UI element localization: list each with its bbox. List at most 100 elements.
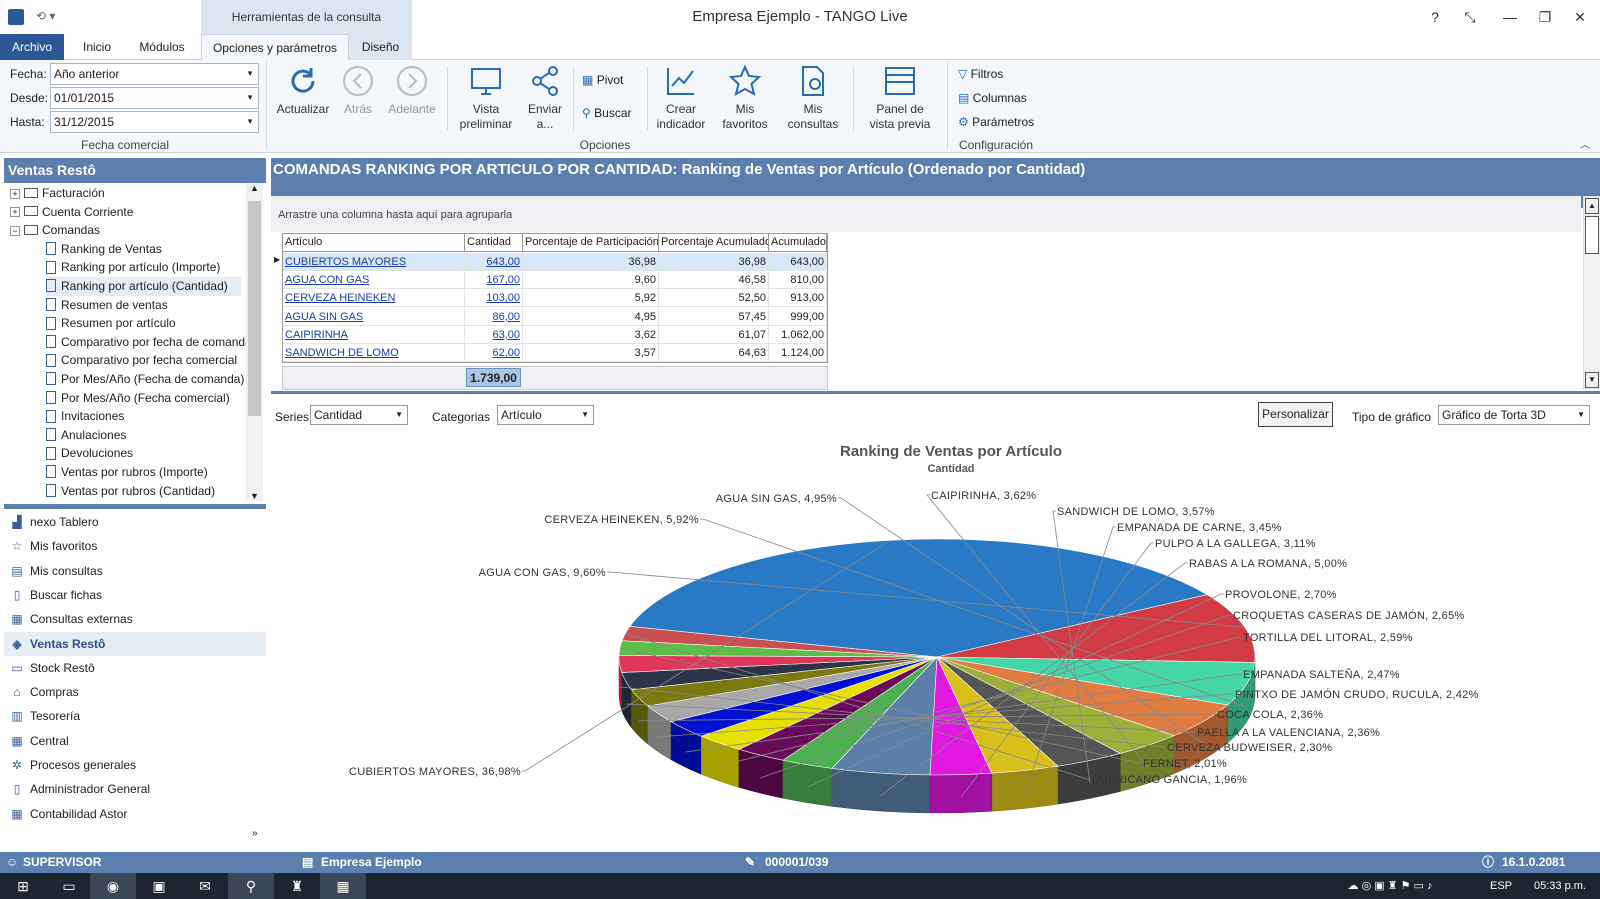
file-explorer-icon[interactable]: ▭ [46,873,92,899]
nav-item[interactable]: ▥ Tesorería [4,704,266,728]
scroll-up-icon[interactable]: ▲ [1585,198,1599,214]
value-cell[interactable]: 643,00 [465,253,523,271]
nav-item[interactable]: ▦ Contabilidad Astor [4,802,266,826]
tree-item[interactable]: Por Mes/Año (Fecha de comanda) [46,370,244,389]
outlook-icon[interactable]: ✉ [182,873,228,899]
nav-item[interactable]: ✲ Procesos generales [4,753,266,777]
tab-inicio[interactable]: Inicio [72,34,122,60]
grid-chart-divider[interactable] [271,391,1600,394]
tree-item[interactable]: Comparativo por fecha comercial [46,351,241,370]
tab-modulos[interactable]: Módulos [130,34,194,60]
nav-item[interactable]: ▯ Administrador General [4,777,266,801]
nav-item[interactable]: ▭ Stock Restô [4,656,266,680]
articulo-cell[interactable]: SANDWICH DE LOMO [283,344,465,362]
scroll-down-icon[interactable]: ▼ [246,491,263,501]
nav-item[interactable]: ▦ Consultas externas [4,607,266,631]
columnas-button[interactable]: ▤ Columnas [958,91,1027,105]
tree-folder[interactable]: + Cuenta Corriente [10,203,133,222]
nav-item[interactable]: ▤ Mis consultas [4,559,266,583]
collapse-icon[interactable]: − [10,226,20,237]
actualizar-button[interactable]: Actualizar [274,64,332,117]
tree-item[interactable]: Ranking por artículo (Importe) [46,258,241,277]
tab-diseno[interactable]: Diseño [349,34,412,60]
articulo-cell[interactable]: CERVEZA HEINEKEN [283,289,465,308]
value-cell[interactable]: 86,00 [465,307,523,326]
value-cell[interactable]: 62,00 [465,344,523,362]
tree-item[interactable]: Ranking de Ventas [46,240,241,259]
expand-icon[interactable]: + [10,188,20,199]
app2-icon[interactable]: ♜ [274,873,320,899]
scroll-up-icon[interactable]: ▲ [246,183,263,193]
nav-overflow-icon[interactable]: » [252,828,258,839]
tree-item[interactable]: Resumen por artículo [46,314,241,333]
chrome-icon[interactable]: ◉ [90,873,136,899]
filtros-button[interactable]: ▽ Filtros [958,67,1003,81]
adelante-button[interactable]: Adelante [384,64,440,117]
column-header[interactable]: Acumulado [769,234,827,252]
nav-item[interactable]: ▟ nexo Tablero [4,510,266,534]
value-cell[interactable]: 63,00 [465,325,523,344]
series-select[interactable]: Cantidad ▼ [310,405,408,425]
enviar-button[interactable]: Enviar a... [522,64,568,132]
scroll-thumb[interactable] [1585,216,1599,254]
nav-item[interactable]: ☆ Mis favoritos [4,534,266,558]
mis-favoritos-button[interactable]: Mis favoritos [715,64,775,132]
column-header[interactable]: Artículo [283,234,465,252]
tab-opciones-parametros[interactable]: Opciones y parámetros [201,34,349,61]
windows-start-icon[interactable]: ⊞ [0,873,46,899]
search-app-icon[interactable]: ⚲ [228,873,274,899]
scroll-down-icon[interactable]: ▼ [1585,372,1599,388]
tray-icons[interactable]: ☁ ◎ ▣ ♜ ⚑ ▭ ♪ [1305,873,1475,899]
buscar-button[interactable]: ⚲ Buscar [582,106,632,120]
tree-item[interactable]: Anulaciones [46,426,241,445]
panel-splitter[interactable] [4,504,266,509]
column-header[interactable]: Porcentaje de Participación [523,234,659,252]
panel-vista-previa-button[interactable]: Panel de vista previa [862,64,938,132]
personalizar-button[interactable]: Personalizar [1258,402,1333,427]
nav-item[interactable]: ⌂ Compras [4,680,266,704]
quick-access-icon[interactable]: ⟲ ▾ [36,9,62,25]
fecha-combo[interactable]: Año anterior ▼ [50,63,259,85]
grid-scrollbar[interactable]: ▲ ▼ [1583,196,1600,390]
crear-indicador-button[interactable]: Crear indicador [651,64,711,132]
group-by-area[interactable]: Arrastre una columna hasta aquí para agr… [271,196,1581,232]
categorias-select[interactable]: Artículo ▼ [497,405,594,425]
tree-folder[interactable]: − Comandas [10,221,100,240]
tipo-grafico-select[interactable]: Gráfico de Torta 3D ▼ [1438,405,1590,425]
expand-icon[interactable]: + [10,207,20,218]
tango-icon[interactable]: ▦ [320,873,366,899]
column-header[interactable]: Cantidad [465,234,523,252]
nav-item[interactable]: ◈ Ventas Restô [4,631,266,656]
tree-item[interactable]: Devoluciones [46,444,241,463]
collapse-ribbon-icon[interactable]: ︿ [1580,136,1590,151]
value-cell[interactable]: 103,00 [465,289,523,308]
desde-field[interactable]: 01/01/2015 ▼ [50,87,259,109]
tree-item[interactable]: Ventas por rubros (Cantidad) [46,482,241,501]
help-button[interactable]: ? [1415,0,1455,34]
tree-item[interactable]: Invitaciones [46,407,241,426]
tree-item[interactable]: Por Mes/Año (Fecha comercial) [46,389,241,408]
articulo-cell[interactable]: AGUA SIN GAS [283,307,465,326]
tree-folder[interactable]: + Facturación [10,184,105,203]
nav-item[interactable]: ▦ Central [4,729,266,753]
minimize-button[interactable]: — [1490,0,1530,34]
tree-item[interactable]: Resumen de ventas [46,296,241,315]
tab-archivo[interactable]: Archivo [0,34,64,60]
vista-preliminar-button[interactable]: Vista preliminar [455,64,517,132]
tree-scrollbar[interactable]: ▲ ▼ [246,183,263,501]
app-icon[interactable]: ▣ [136,873,182,899]
articulo-cell[interactable]: AGUA CON GAS [283,271,465,290]
restore-button[interactable]: ❐ [1525,0,1565,34]
tree-item[interactable]: Comparativo por fecha de comanda [46,333,252,352]
hasta-field[interactable]: 31/12/2015 ▼ [50,111,259,133]
tree-item[interactable]: Ventas por rubros (Importe) [46,463,241,482]
taskbar-time[interactable]: 05:33 p.m. [1520,873,1600,899]
parametros-button[interactable]: ⚙ Parámetros [958,115,1034,129]
value-cell[interactable]: 167,00 [465,271,523,290]
resize-icon[interactable]: ⤡ [1450,0,1490,34]
articulo-cell[interactable]: CAIPIRINHA [283,325,465,344]
scroll-thumb[interactable] [248,201,261,416]
atras-button[interactable]: Atrás [336,64,380,117]
articulo-cell[interactable]: CUBIERTOS MAYORES [283,253,465,271]
tree-item[interactable]: Ranking por artículo (Cantidad) [46,277,241,296]
